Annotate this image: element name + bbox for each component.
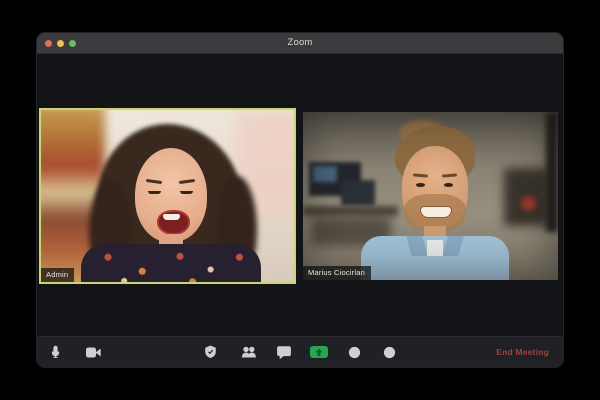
chat-bubble-icon: [277, 346, 291, 359]
video-tile-marius[interactable]: Marius Ciocirlan: [303, 112, 558, 280]
person-blouse: [81, 244, 261, 284]
video-tile-admin[interactable]: Admin: [39, 108, 296, 284]
end-meeting-button[interactable]: End Meeting: [490, 337, 555, 367]
video-camera-icon: [86, 347, 101, 358]
admin-video-feed: [41, 110, 294, 282]
share-screen-icon: [310, 346, 328, 358]
window-title: Zoom: [37, 33, 563, 53]
marius-video-feed: [303, 112, 558, 280]
reactions-icon: [383, 346, 396, 359]
desktop-background: Zoom Admin: [0, 0, 600, 400]
participant-name-label: Admin: [41, 268, 74, 283]
shield-icon: [204, 345, 217, 359]
person-eye: [148, 191, 161, 194]
microphone-icon: [49, 345, 62, 359]
participant-name-label: Marius Ciocirlan: [303, 266, 371, 281]
meeting-toolbar: End Meeting: [37, 336, 563, 367]
reactions-button[interactable]: [380, 337, 398, 367]
person-mouth: [157, 210, 190, 235]
security-button[interactable]: [201, 337, 219, 367]
share-screen-button[interactable]: [309, 337, 329, 367]
record-icon: [348, 346, 361, 359]
record-button[interactable]: [345, 337, 363, 367]
person-eye: [180, 191, 193, 194]
chat-button[interactable]: [275, 337, 293, 367]
vignette: [303, 112, 558, 280]
window-titlebar[interactable]: Zoom: [37, 33, 563, 54]
participants-button[interactable]: [239, 337, 259, 367]
stop-video-button[interactable]: [83, 337, 103, 367]
participants-icon: [241, 346, 257, 358]
zoom-meeting-window: Zoom Admin: [37, 33, 563, 367]
mute-button[interactable]: [46, 337, 64, 367]
